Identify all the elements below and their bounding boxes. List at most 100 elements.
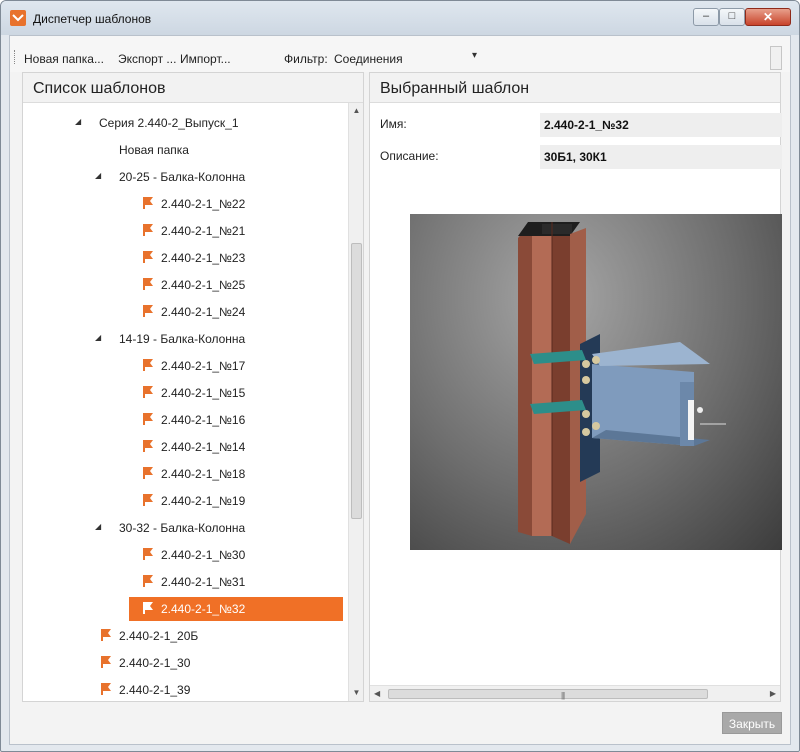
tree-item-group[interactable]: ◢ 30-32 - Балка-Колонна [41,516,341,540]
tree-item-template[interactable]: 2.440-2-1_№16 [41,408,341,432]
selected-template-panel: Выбранный шаблон Имя: 2.440-2-1_№32 Опис… [369,72,782,702]
preview-horizontal-scrollbar[interactable]: ◀ ||| ▶ [370,685,780,701]
tree-item-label: 2.440-2-1_№21 [161,224,246,238]
tree-item-template[interactable]: 2.440-2-1_№31 [41,570,341,594]
tree-item-label: 2.440-2-1_№19 [161,494,246,508]
template-flag-icon [141,358,155,372]
window-title: Диспетчер шаблонов [33,12,152,26]
new-folder-button[interactable]: Новая папка... [24,52,104,66]
chevron-down-icon[interactable]: ▾ [472,50,477,61]
tree-item-template[interactable]: 2.440-2-1_№18 [41,462,341,486]
tree-item-template[interactable]: 2.440-2-1_№25 [41,273,341,297]
name-value: 2.440-2-1_№32 [540,113,782,137]
filter-label: Фильтр: [284,52,328,66]
filter-select[interactable]: Соединения [334,52,403,66]
tree-item-template[interactable]: 2.440-2-1_№23 [41,246,341,270]
tree-item-template[interactable]: 2.440-2-1_39 [41,678,341,701]
tree-item-template[interactable]: 2.440-2-1_20Б [41,624,341,648]
template-flag-icon [141,493,155,507]
description-value: 30Б1, 30К1 [540,145,782,169]
minimize-icon: – [702,10,710,22]
tree-item-label: 30-32 - Балка-Колонна [119,521,246,535]
expand-arrow-icon[interactable]: ◢ [95,522,101,531]
scroll-right-icon[interactable]: ▶ [770,689,776,698]
template-flag-icon [141,601,155,615]
toolbar-grip[interactable] [14,50,17,64]
scroll-thumb[interactable]: ||| [388,689,708,700]
tree-vertical-scrollbar[interactable]: ▲ ▼ [348,103,363,701]
template-flag-icon [141,223,155,237]
tree-item-template[interactable]: 2.440-2-1_30 [41,651,341,675]
tree-item-group[interactable]: ◢ 20-25 - Балка-Колонна [41,165,341,189]
close-button[interactable]: Закрыть [722,712,782,734]
tree-item-template[interactable]: 2.440-2-1_№24 [41,300,341,324]
toolbar: Новая папка... Экспорт ... Импорт... Фил… [10,36,790,72]
template-flag-icon [141,277,155,291]
expand-arrow-icon[interactable]: ◢ [75,117,81,126]
tree-item-label: 2.440-2-1_30 [119,656,191,670]
expand-arrow-icon[interactable]: ◢ [95,333,101,342]
tree-item-template[interactable]: 2.440-2-1_№19 [41,489,341,513]
export-button[interactable]: Экспорт ... [118,52,176,66]
template-flag-icon [141,385,155,399]
template-manager-window: Диспетчер шаблонов – □ ✕ Новая папка... … [0,0,800,752]
tree-item-template[interactable]: 2.440-2-1_№30 [41,543,341,567]
tree-item-label: 2.440-2-1_№15 [161,386,246,400]
template-flag-icon [141,304,155,318]
tree-item-template[interactable]: 2.440-2-1_№15 [41,381,341,405]
template-flag-icon [99,682,113,696]
tree-item-label: Новая папка [119,143,189,157]
template-flag-icon [141,574,155,588]
tree-item-template[interactable]: 2.440-2-1_№14 [41,435,341,459]
minimize-button[interactable]: – [693,8,719,26]
scroll-down-icon[interactable]: ▼ [349,685,364,701]
expand-arrow-icon[interactable]: ◢ [95,171,101,180]
thumb-grip-icon: ||| [561,691,565,700]
tree-item-label: Серия 2.440-2_Выпуск_1 [99,116,239,130]
template-flag-icon [141,250,155,264]
tree-item-label: 2.440-2-1_№25 [161,278,246,292]
toolbar-overflow-button[interactable] [770,46,782,70]
tree-item-label: 2.440-2-1_№18 [161,467,246,481]
template-flag-icon [99,628,113,642]
template-tree[interactable]: ◢ Серия 2.440-2_Выпуск_1 Новая папка ◢ 20-25… [23,103,348,701]
description-label: Описание: [380,149,439,163]
maximize-icon: □ [728,10,736,22]
tree-item-label: 20-25 - Балка-Колонна [119,170,246,184]
template-flag-icon [141,412,155,426]
tree-item-folder[interactable]: Новая папка [41,138,341,162]
tree-item-template[interactable]: 2.440-2-1_№32 [129,597,343,621]
selected-template-title: Выбранный шаблон [370,73,780,103]
template-flag-icon [141,196,155,210]
tree-item-label: 2.440-2-1_№16 [161,413,246,427]
template-flag-icon [141,439,155,453]
template-list-title: Список шаблонов [23,73,363,103]
title-bar[interactable]: Диспетчер шаблонов – □ ✕ [1,1,799,35]
close-window-button[interactable]: ✕ [745,8,791,26]
tree-item-label: 2.440-2-1_№31 [161,575,246,589]
tree-item-label: 2.440-2-1_№17 [161,359,246,373]
window-client-area: Новая папка... Экспорт ... Импорт... Фил… [9,35,791,745]
template-flag-icon [99,655,113,669]
scroll-left-icon[interactable]: ◀ [374,689,380,698]
tree-item-label: 2.440-2-1_№14 [161,440,246,454]
template-preview-image [410,214,782,550]
tree-item-group[interactable]: ◢ Серия 2.440-2_Выпуск_1 [41,111,341,135]
tree-item-template[interactable]: 2.440-2-1_№21 [41,219,341,243]
import-button[interactable]: Импорт... [180,52,231,66]
scroll-thumb[interactable] [351,243,362,519]
tree-item-label: 2.440-2-1_№22 [161,197,246,211]
template-list-panel: Список шаблонов ◢ Серия 2.440-2_Выпуск_1 Н… [22,72,364,702]
tree-item-group[interactable]: ◢ 14-19 - Балка-Колонна [41,327,341,351]
maximize-button[interactable]: □ [719,8,745,26]
tree-item-label: 2.440-2-1_№23 [161,251,246,265]
tree-item-label: 2.440-2-1_№24 [161,305,246,319]
scroll-up-icon[interactable]: ▲ [349,103,364,119]
tree-item-label: 2.440-2-1_№32 [161,602,246,616]
tree-item-template[interactable]: 2.440-2-1_№22 [41,192,341,216]
template-flag-icon [141,547,155,561]
name-label: Имя: [380,117,407,131]
tree-item-template[interactable]: 2.440-2-1_№17 [41,354,341,378]
tree-item-label: 2.440-2-1_20Б [119,629,199,643]
close-icon: ✕ [762,10,774,24]
